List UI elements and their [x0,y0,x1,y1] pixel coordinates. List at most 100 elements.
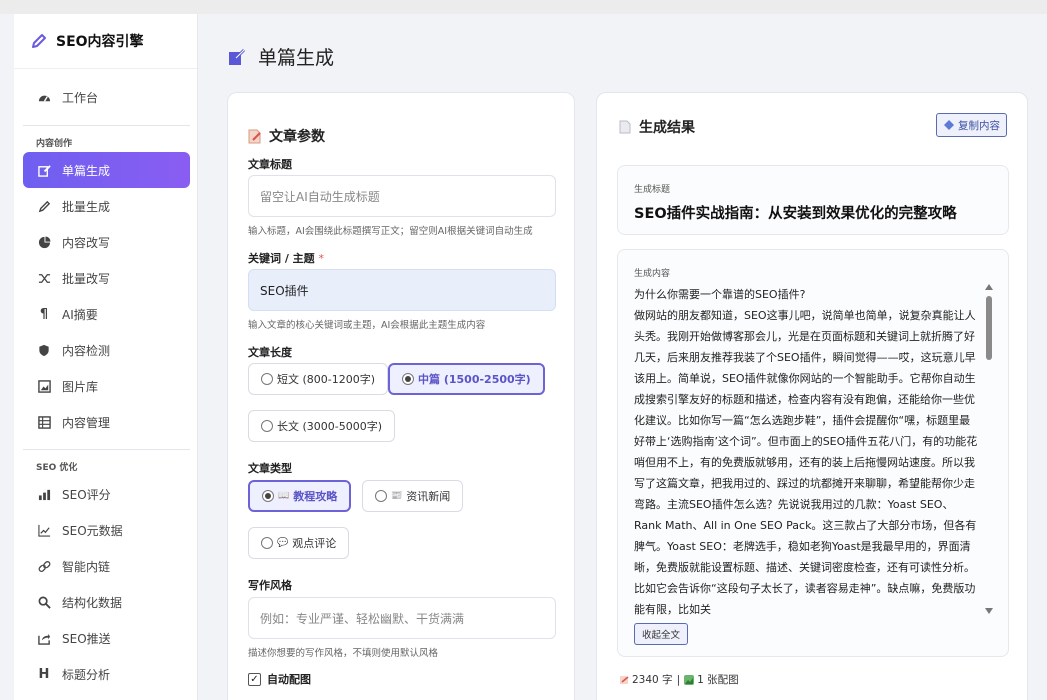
checkbox-checked[interactable]: ✓ [248,672,261,686]
sidebar-item-label: 单篇生成 [62,163,111,178]
sidebar-item-label: 批量生成 [62,199,111,214]
sidebar-item-structured-data[interactable]: 结构化数据 [23,584,190,620]
article-params-card: 文章参数 文章标题 留空让AI自动生成标题 输入标题，AI会围绕此标题撰写正文；… [227,92,575,700]
pencil-icon [37,199,51,213]
sidebar-item-label: 工作台 [62,90,99,105]
generated-content-label: 生成内容 [634,269,671,279]
type-option-news[interactable]: 📰 资讯新闻 [362,480,464,512]
scroll-down-arrow[interactable] [985,608,993,614]
sidebar-item-label: 结构化数据 [62,595,123,610]
length-option-medium[interactable]: 中篇 (1500-2500字) [388,363,545,395]
bar-chart-icon [37,487,51,501]
sidebar-item-seo-push[interactable]: SEO推送 [23,620,190,656]
line-chart-icon [37,523,51,537]
content-line: 做网站的朋友都知道，SEO这事儿吧，说简单也简单，说复杂真能让人头秃。我刚开始做… [634,309,978,616]
word-count: 2340 字 [632,674,673,686]
copy-content-button[interactable]: 复制内容 [936,113,1007,137]
dashboard-icon [37,90,51,104]
newspaper-icon: 📰 [391,491,403,501]
generated-content-text: 为什么你需要一个靠谱的SEO插件? 做网站的朋友都知道，SEO这事儿吧，说简单也… [634,284,980,620]
keyword-value: SEO插件 [260,283,309,298]
sidebar-item-label: 内容管理 [62,415,111,430]
length-option-long[interactable]: 长文 (3000-5000字) [248,410,396,442]
pie-icon [37,235,51,249]
collapse-full-text-button[interactable]: 收起全文 [634,623,689,645]
length-option-short[interactable]: 短文 (800-1200字) [248,363,389,395]
type-label: 文章类型 [248,462,292,475]
sidebar-item-content-check[interactable]: 内容检测 [23,332,190,368]
generated-title-box: 生成标题 SEO插件实战指南：从安装到效果优化的完整攻略 [617,165,1009,235]
list-icon [37,415,51,429]
sidebar-item-content-manage[interactable]: 内容管理 [23,404,190,440]
stats-separator: | [676,673,681,686]
heading-icon: H [38,666,50,682]
article-title-hint: 输入标题，AI会围绕此标题撰写正文；留空则AI根据关键词自动生成 [248,226,533,237]
type-option-opinion[interactable]: 💬 观点评论 [248,527,350,559]
brand[interactable]: SEO内容引擎 [14,14,197,69]
sidebar-item-ai-summary[interactable]: ¶ AI摘要 [23,296,190,332]
card-title: 生成结果 [619,117,695,137]
share-icon [37,631,51,645]
sidebar-item-rewrite[interactable]: 内容改写 [23,224,190,260]
length-label: 文章长度 [248,346,292,359]
sidebar-item-label: SEO推送 [62,631,111,646]
type-option-tutorial[interactable]: 📖 教程攻略 [248,480,352,512]
shuffle-icon [37,271,51,285]
sidebar-item-smart-link[interactable]: 智能内链 [23,548,190,584]
radio-button[interactable] [375,490,387,502]
diamond-icon [944,120,954,130]
sidebar-item-seo-score[interactable]: SEO评分 [23,476,190,512]
sidebar-item-dashboard[interactable]: 工作台 [23,79,190,115]
radio-button-selected[interactable] [262,490,274,502]
sidebar-item-single-generate[interactable]: 单篇生成 [23,152,190,188]
sidebar-item-label: 内容检测 [62,343,111,358]
style-input[interactable]: 例如：专业严谨、轻松幽默、干货满满 [248,597,556,639]
sidebar-item-image-library[interactable]: 图片库 [23,368,190,404]
section-label-seo: SEO 优化 [36,463,78,473]
sidebar-item-batch-rewrite[interactable]: 批量改写 [23,260,190,296]
result-stats: 2340 字 | 1 张配图 [619,672,739,687]
speech-bubble-icon: 💬 [277,538,289,548]
radio-button[interactable] [261,537,273,549]
keyword-input[interactable]: SEO插件 [248,269,556,311]
keyword-label: 关键词 / 主题 * [248,252,325,265]
sidebar: SEO内容引擎 工作台 内容创作 单篇生成 批量生成 内容改写 批量改写 ¶ A… [14,14,198,700]
brand-name: SEO内容引擎 [56,34,144,50]
book-icon: 📖 [278,491,290,501]
scroll-up-arrow[interactable] [985,284,993,290]
radio-button[interactable] [261,373,273,385]
image-icon [37,379,51,393]
sidebar-item-label: 图片库 [62,379,99,394]
generated-title-label: 生成标题 [634,185,671,195]
section-label-content: 内容创作 [36,139,73,149]
radio-button-selected[interactable] [402,373,414,385]
scroll-thumb[interactable] [986,296,992,360]
sidebar-item-label: 批量改写 [62,271,111,286]
link-icon [37,559,51,573]
search-icon [37,595,51,609]
article-title-input[interactable]: 留空让AI自动生成标题 [248,175,556,217]
radio-button[interactable] [261,420,273,432]
top-strip [0,0,1047,14]
image-count: 1 张配图 [697,674,739,686]
required-mark: * [318,252,325,265]
result-card: 生成结果 复制内容 生成标题 SEO插件实战指南：从安装到效果优化的完整攻略 生… [596,92,1028,700]
image-icon [684,674,695,685]
document-icon [248,129,261,143]
sidebar-item-label: SEO评分 [62,487,111,502]
page-title: 单篇生成 [228,43,334,70]
sidebar-item-seo-meta[interactable]: SEO元数据 [23,512,190,548]
edit-icon [37,163,51,177]
sidebar-item-batch-generate[interactable]: 批量生成 [23,188,190,224]
sidebar-item-title-analysis[interactable]: H 标题分析 [23,656,190,692]
style-placeholder: 例如：专业严谨、轻松幽默、干货满满 [260,611,465,626]
generated-content-box: 生成内容 为什么你需要一个靠谱的SEO插件? 做网站的朋友都知道，SEO这事儿吧… [617,249,1009,657]
auto-image-checkbox[interactable]: ✓ 自动配图 [248,671,311,687]
sidebar-divider [23,125,190,126]
content-line: 为什么你需要一个靠谱的SEO插件? [634,288,806,301]
edit-icon [229,48,246,65]
paragraph-icon: ¶ [39,306,49,322]
content-scrollbar[interactable] [984,284,994,614]
sidebar-item-label: AI摘要 [62,307,98,322]
pencil-icon [32,34,46,48]
